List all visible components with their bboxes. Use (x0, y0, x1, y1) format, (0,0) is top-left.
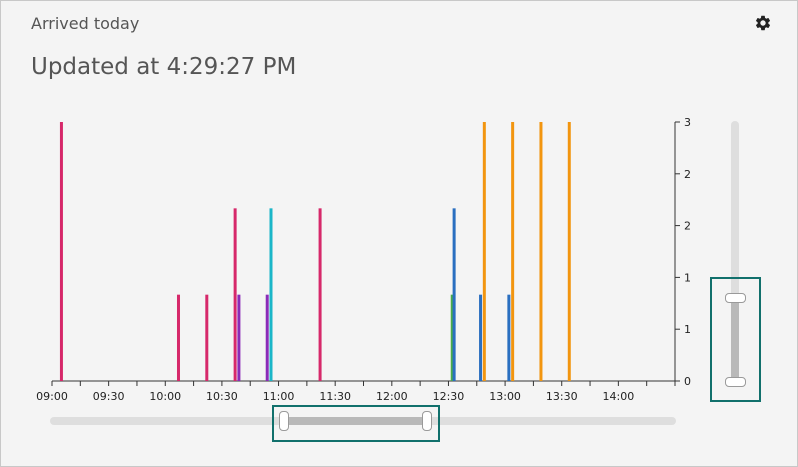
bar (507, 294, 511, 381)
bar (539, 122, 543, 381)
bar (318, 208, 322, 381)
bar (269, 208, 273, 381)
bar (59, 122, 63, 381)
y-tick-label: 3 (684, 116, 691, 129)
y-tick-label: 0 (684, 375, 691, 388)
y-tick-label: 2 (684, 220, 691, 233)
bar (176, 294, 180, 381)
x-tick-label: 12:00 (376, 390, 408, 403)
time-range-end-handle[interactable] (422, 411, 432, 431)
bar (265, 294, 269, 381)
value-range-max-handle[interactable] (725, 293, 746, 303)
bar (511, 122, 515, 381)
x-tick-label: 11:00 (263, 390, 295, 403)
x-tick-label: 13:30 (546, 390, 578, 403)
x-tick-label: 10:00 (149, 390, 181, 403)
value-range-min-handle[interactable] (725, 377, 746, 387)
x-tick-label: 09:30 (93, 390, 125, 403)
bar (237, 294, 241, 381)
x-tick-label: 14:00 (603, 390, 635, 403)
y-tick-label: 1 (684, 323, 691, 336)
bar (567, 122, 571, 381)
bar (482, 122, 486, 381)
bar (479, 294, 483, 381)
x-tick-label: 12:30 (433, 390, 465, 403)
bar (452, 208, 456, 381)
bar (233, 208, 237, 381)
bar (205, 294, 209, 381)
time-range-slider-focus (272, 405, 440, 442)
x-tick-label: 09:00 (36, 390, 68, 403)
x-tick-label: 10:30 (206, 390, 238, 403)
x-tick-label: 13:00 (489, 390, 521, 403)
y-tick-label: 1 (684, 271, 691, 284)
x-tick-label: 11:30 (319, 390, 351, 403)
arrivals-bar-chart: 09:00 09:30 10:00 10:30 11:00 11:30 12:00 12:30… (36, 116, 691, 403)
y-tick-label: 2 (684, 168, 691, 181)
time-range-start-handle[interactable] (279, 411, 289, 431)
